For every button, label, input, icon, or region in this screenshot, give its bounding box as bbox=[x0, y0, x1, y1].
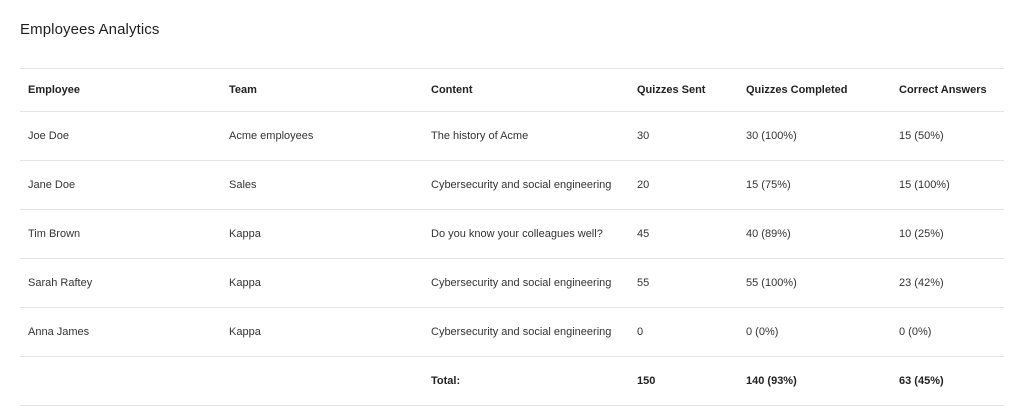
cell-team: Kappa bbox=[229, 326, 261, 338]
cell-quizzes-completed: 55 (100%) bbox=[746, 277, 797, 289]
table-row[interactable]: Sarah Raftey Kappa Cybersecurity and soc… bbox=[20, 259, 1004, 308]
table-row[interactable]: Tim Brown Kappa Do you know your colleag… bbox=[20, 210, 1004, 259]
column-header-quizzes-sent[interactable]: Quizzes Sent bbox=[629, 69, 738, 112]
cell-empty bbox=[20, 357, 221, 406]
cell-correct-answers: 15 (50%) bbox=[899, 130, 944, 142]
cell-employee: Anna James bbox=[28, 326, 90, 338]
cell-correct-answers: 23 (42%) bbox=[899, 277, 944, 289]
cell-quizzes-sent: 30 bbox=[637, 130, 650, 142]
cell-correct-answers: 15 (100%) bbox=[899, 179, 950, 191]
column-header-content[interactable]: Content bbox=[423, 69, 629, 112]
cell-quizzes-sent: 45 bbox=[637, 228, 650, 240]
table-header: Employee Team Content Quizzes Sent Quizz… bbox=[20, 68, 1004, 112]
table-header-row: Employee Team Content Quizzes Sent Quizz… bbox=[20, 68, 1004, 112]
cell-content: Cybersecurity and social engineering bbox=[431, 277, 612, 289]
cell-team: Kappa bbox=[229, 228, 261, 240]
cell-quizzes-sent: 55 bbox=[637, 277, 650, 289]
cell-employee: Joe Doe bbox=[28, 130, 69, 142]
total-quizzes-completed: 140 (93%) bbox=[746, 375, 797, 387]
cell-team: Acme employees bbox=[229, 130, 314, 142]
total-label: Total: bbox=[431, 375, 461, 387]
cell-quizzes-completed: 0 (0%) bbox=[746, 326, 779, 338]
employees-analytics-table: Employee Team Content Quizzes Sent Quizz… bbox=[20, 68, 1004, 406]
employees-analytics-table-container: Employee Team Content Quizzes Sent Quizz… bbox=[20, 68, 1004, 406]
table-total-row: Total: 150 140 (93%) 63 (45%) bbox=[20, 357, 1004, 406]
cell-team: Kappa bbox=[229, 277, 261, 289]
cell-empty bbox=[221, 357, 423, 406]
cell-correct-answers: 0 (0%) bbox=[899, 326, 932, 338]
cell-quizzes-sent: 20 bbox=[637, 179, 650, 191]
cell-employee: Tim Brown bbox=[28, 228, 81, 240]
column-header-employee[interactable]: Employee bbox=[20, 69, 221, 112]
table-row[interactable]: Jane Doe Sales Cybersecurity and social … bbox=[20, 161, 1004, 210]
cell-content: Do you know your colleagues well? bbox=[431, 228, 603, 240]
table-row[interactable]: Anna James Kappa Cybersecurity and socia… bbox=[20, 308, 1004, 357]
page-title: Employees Analytics bbox=[20, 21, 160, 38]
column-header-quizzes-completed[interactable]: Quizzes Completed bbox=[738, 69, 891, 112]
column-header-correct-answers[interactable]: Correct Answers bbox=[891, 69, 1004, 112]
cell-team: Sales bbox=[229, 179, 257, 191]
cell-content: Cybersecurity and social engineering bbox=[431, 326, 612, 338]
total-quizzes-sent: 150 bbox=[637, 375, 656, 387]
cell-correct-answers: 10 (25%) bbox=[899, 228, 944, 240]
cell-quizzes-completed: 30 (100%) bbox=[746, 130, 797, 142]
column-header-team[interactable]: Team bbox=[221, 69, 423, 112]
cell-employee: Sarah Raftey bbox=[28, 277, 93, 289]
total-correct-answers: 63 (45%) bbox=[899, 375, 944, 387]
cell-quizzes-completed: 40 (89%) bbox=[746, 228, 791, 240]
cell-content: The history of Acme bbox=[431, 130, 529, 142]
cell-employee: Jane Doe bbox=[28, 179, 76, 191]
table-row[interactable]: Joe Doe Acme employees The history of Ac… bbox=[20, 112, 1004, 161]
cell-content: Cybersecurity and social engineering bbox=[431, 179, 612, 191]
cell-quizzes-completed: 15 (75%) bbox=[746, 179, 791, 191]
cell-quizzes-sent: 0 bbox=[637, 326, 644, 338]
table-body: Joe Doe Acme employees The history of Ac… bbox=[20, 112, 1004, 406]
